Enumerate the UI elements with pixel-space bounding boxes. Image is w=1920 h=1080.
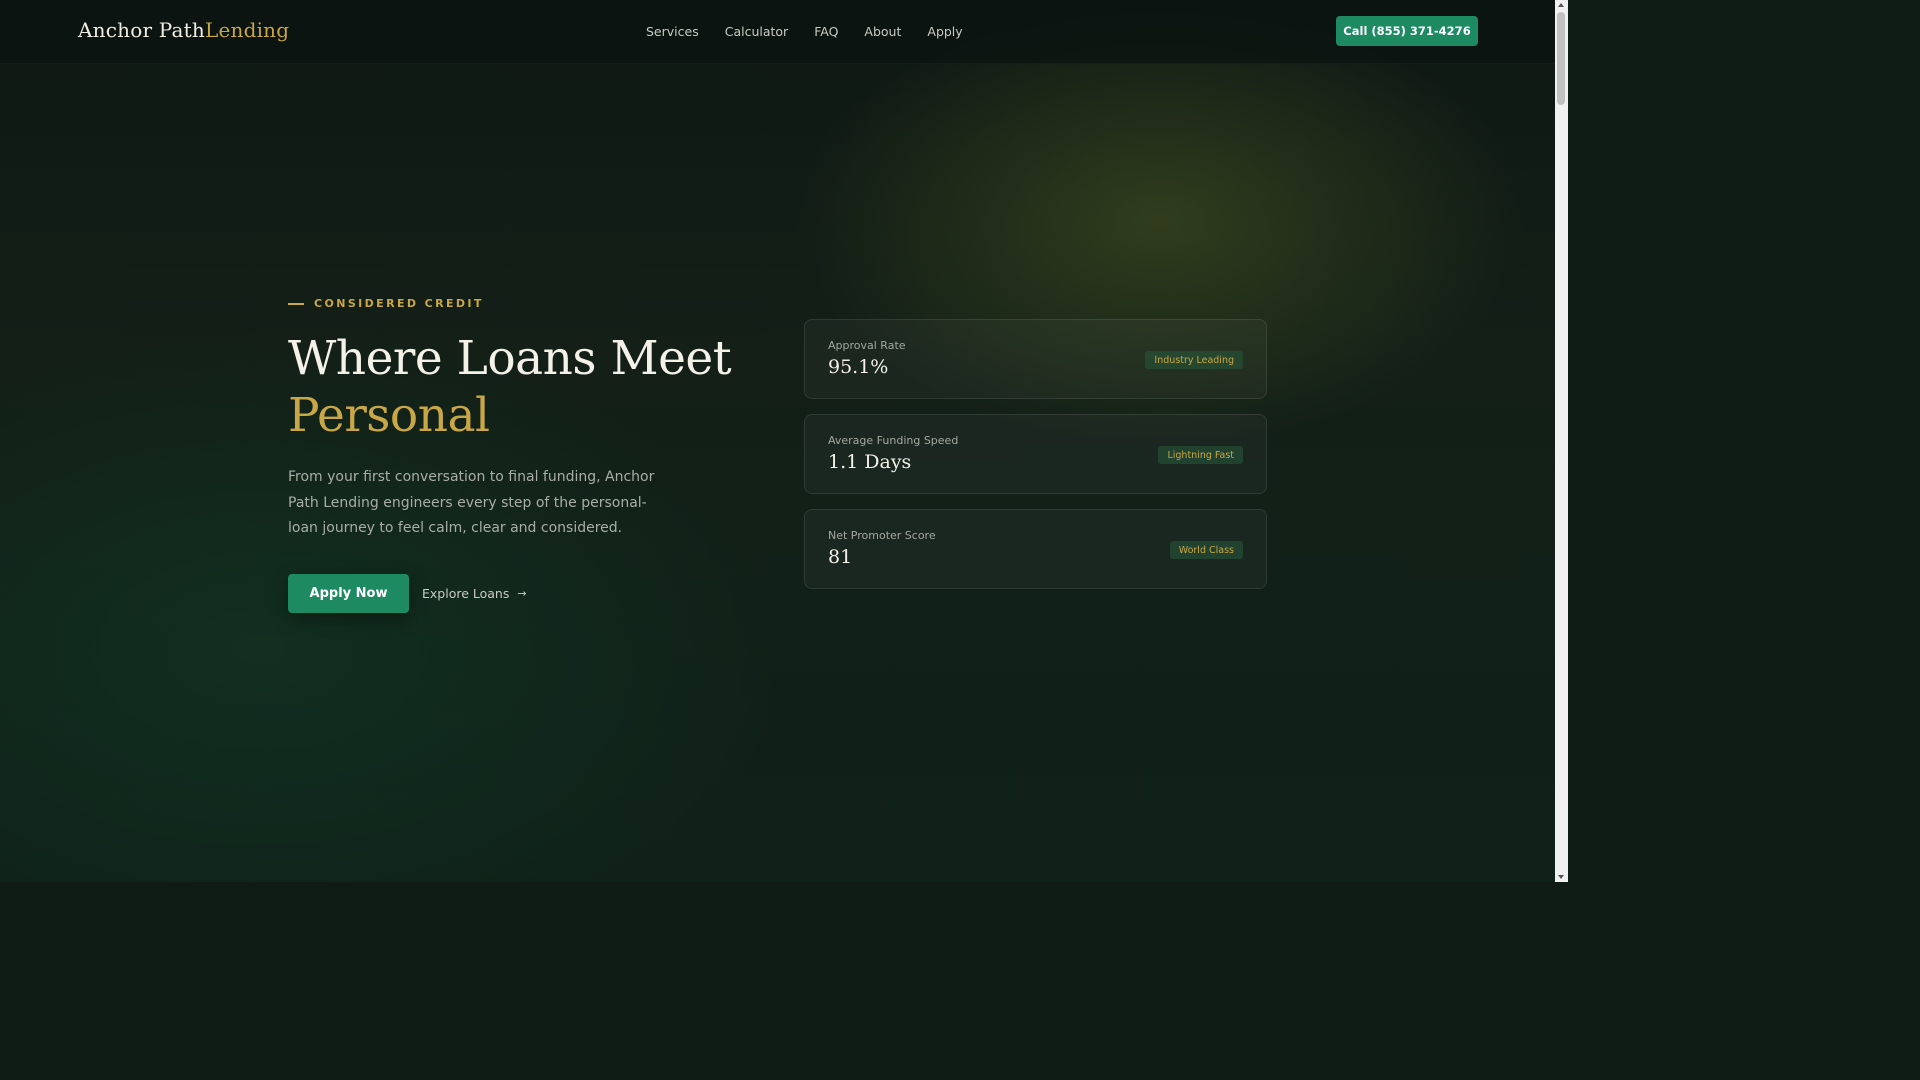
scrollbar-thumb[interactable] bbox=[1557, 12, 1565, 105]
stat-label: Net Promoter Score bbox=[828, 529, 936, 542]
stat-badge: Industry Leading bbox=[1145, 351, 1243, 369]
stat-badge: World Class bbox=[1169, 541, 1243, 559]
stat-badge: Lightning Fast bbox=[1158, 446, 1243, 464]
nav-link-calculator[interactable]: Calculator bbox=[725, 24, 788, 39]
stat-value: 1.1 Days bbox=[828, 451, 912, 473]
main-nav: Services Calculator FAQ About Apply bbox=[646, 24, 963, 39]
stat-value: 95.1% bbox=[828, 356, 889, 378]
eyebrow-text: CONSIDERED CREDIT bbox=[314, 297, 484, 310]
hero-title-line2: Personal bbox=[288, 388, 490, 443]
logo-text-accent: Lending bbox=[204, 18, 290, 42]
explore-loans-link[interactable]: Explore Loans → bbox=[422, 586, 527, 601]
call-button[interactable]: Call (855) 371-4276 bbox=[1336, 16, 1478, 46]
logo-text-primary: Anchor Path bbox=[78, 18, 205, 42]
nav-link-about[interactable]: About bbox=[864, 24, 901, 39]
scroll-up-icon[interactable] bbox=[1558, 3, 1564, 7]
hero-eyebrow: CONSIDERED CREDIT bbox=[288, 297, 484, 310]
apply-now-button[interactable]: Apply Now bbox=[288, 574, 409, 613]
stat-card-funding-speed: Average Funding Speed 1.1 Days Lightning… bbox=[804, 414, 1267, 494]
stat-card-net-promoter: Net Promoter Score 81 World Class bbox=[804, 509, 1267, 589]
nav-link-faq[interactable]: FAQ bbox=[814, 24, 838, 39]
hero-title-line1: Where Loans Meet bbox=[288, 331, 732, 386]
site-header: Anchor PathLending Services Calculator F… bbox=[0, 0, 1555, 64]
nav-link-services[interactable]: Services bbox=[646, 24, 699, 39]
page-scrollbar[interactable] bbox=[1555, 0, 1568, 882]
page-background bbox=[0, 0, 1555, 882]
stat-value: 81 bbox=[828, 546, 853, 568]
hero-description: From your first conversation to final fu… bbox=[288, 469, 655, 536]
hero-title: Where Loans Meet Personal bbox=[288, 330, 732, 444]
arrow-right-icon: → bbox=[517, 587, 527, 600]
site-logo[interactable]: Anchor PathLending bbox=[78, 18, 289, 42]
stat-label: Approval Rate bbox=[828, 339, 906, 352]
eyebrow-line-icon bbox=[288, 302, 304, 305]
nav-link-apply[interactable]: Apply bbox=[927, 24, 962, 39]
scroll-down-icon[interactable] bbox=[1558, 875, 1564, 879]
explore-loans-label: Explore Loans bbox=[422, 586, 510, 601]
stat-label: Average Funding Speed bbox=[828, 434, 959, 447]
stat-card-approval-rate: Approval Rate 95.1% Industry Leading bbox=[804, 319, 1267, 399]
